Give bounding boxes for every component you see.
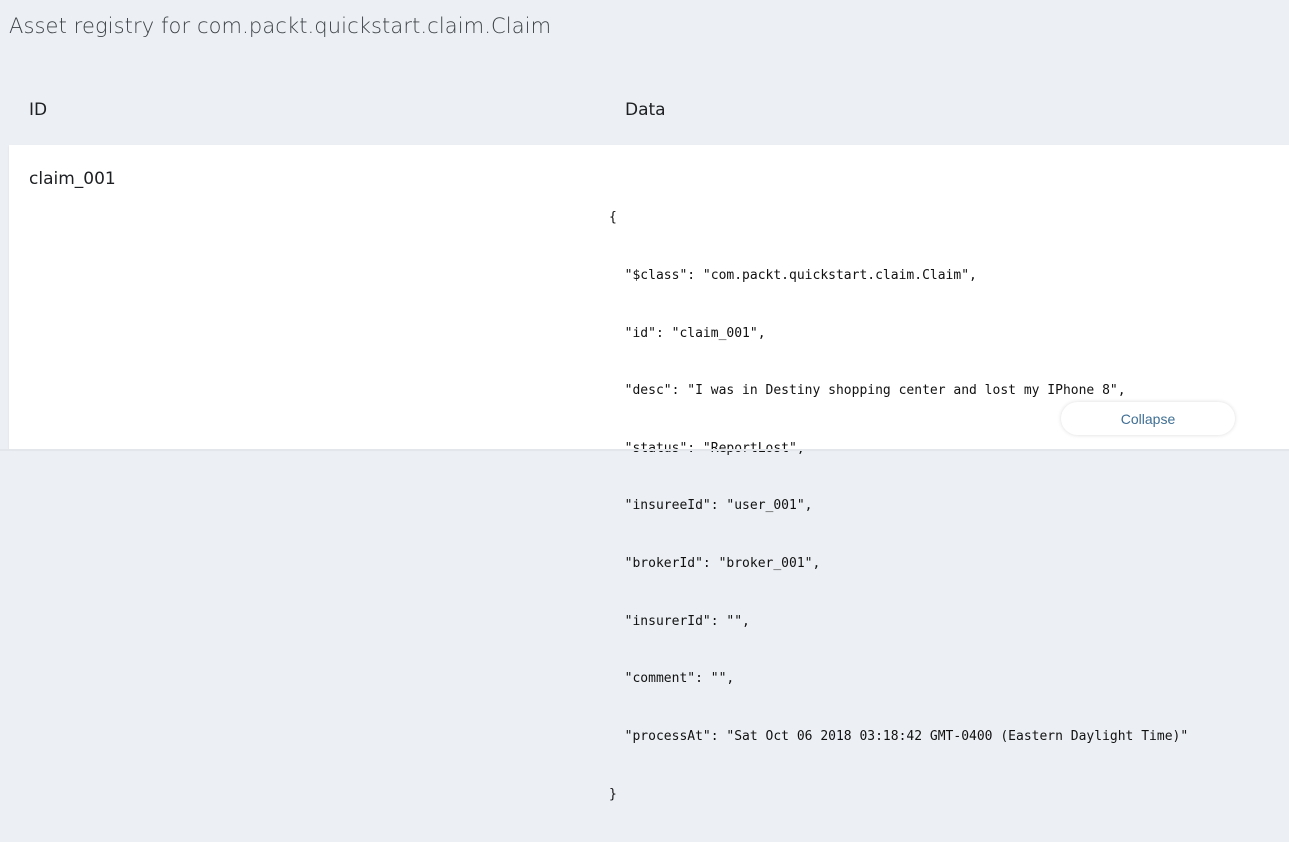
- json-line: "comment": "",: [609, 671, 735, 687]
- column-header-id: ID: [29, 100, 48, 120]
- json-line: "insurerId": "",: [609, 613, 750, 629]
- json-line: {: [609, 210, 617, 226]
- json-line: }: [609, 786, 617, 802]
- row-data-json: { "$class": "com.packt.quickstart.claim.…: [609, 170, 1188, 842]
- json-line: "desc": "I was in Destiny shopping cente…: [609, 383, 1126, 399]
- table-header: ID Data: [0, 88, 1289, 138]
- page-title: Asset registry for com.packt.quickstart.…: [9, 14, 552, 38]
- column-header-data: Data: [625, 100, 666, 120]
- json-line: "id": "claim_001",: [609, 325, 766, 341]
- collapse-button[interactable]: Collapse: [1061, 402, 1235, 435]
- table-row: claim_001 { "$class": "com.packt.quickst…: [9, 145, 1289, 802]
- row-id: claim_001: [29, 169, 116, 189]
- json-line: "insureeId": "user_001",: [609, 498, 813, 514]
- json-line: "$class": "com.packt.quickstart.claim.Cl…: [609, 268, 977, 284]
- json-line: "brokerId": "broker_001",: [609, 556, 821, 572]
- json-line: "processAt": "Sat Oct 06 2018 03:18:42 G…: [609, 728, 1189, 744]
